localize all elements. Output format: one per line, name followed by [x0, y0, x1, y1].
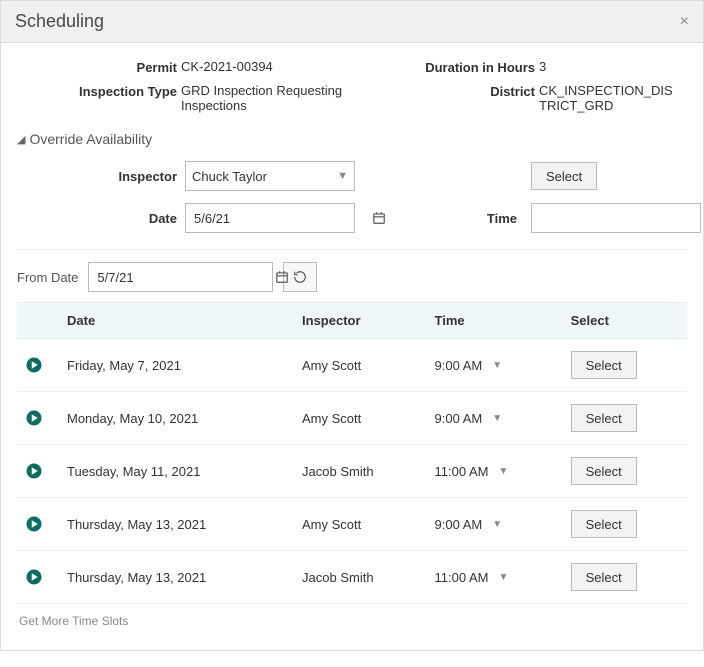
row-date: Monday, May 10, 2021 — [59, 392, 294, 445]
chevron-down-icon: ▼ — [337, 170, 348, 182]
row-time-picker[interactable]: 11:00 AM ▼ — [435, 570, 509, 585]
table-header-row: Date Inspector Time Select — [17, 303, 687, 339]
calendar-icon[interactable] — [275, 270, 289, 284]
override-section-header[interactable]: ◢ Override Availability — [17, 131, 687, 147]
row-time-value: 9:00 AM — [435, 411, 483, 426]
chevron-down-icon: ▼ — [492, 413, 502, 424]
inspector-select-value: Chuck Taylor — [192, 169, 337, 184]
row-inspector: Amy Scott — [294, 498, 427, 551]
from-date-label: From Date — [17, 270, 78, 285]
row-inspector: Amy Scott — [294, 392, 427, 445]
table-header-inspector: Inspector — [294, 303, 427, 339]
row-inspector: Jacob Smith — [294, 551, 427, 604]
date-time-row: Date Time — [17, 203, 687, 233]
table-header-date: Date — [59, 303, 294, 339]
override-select-button[interactable]: Select — [531, 162, 597, 190]
collapse-icon: ◢ — [17, 133, 25, 146]
row-time-picker[interactable]: 9:00 AM ▼ — [435, 358, 503, 373]
row-time-value: 11:00 AM — [435, 570, 489, 585]
time-input[interactable] — [531, 203, 701, 233]
date-input-field[interactable] — [192, 210, 372, 227]
table-row: Monday, May 10, 2021Amy Scott 9:00 AM ▼ Sel… — [17, 392, 687, 445]
from-date-input[interactable] — [88, 262, 273, 292]
table-header-icon — [17, 303, 59, 339]
row-date: Tuesday, May 11, 2021 — [59, 445, 294, 498]
row-time-value: 9:00 AM — [435, 517, 483, 532]
get-more-link[interactable]: Get More Time Slots — [17, 604, 687, 634]
info-grid: Permit CK-2021-00394 Duration in Hours 3… — [17, 59, 687, 113]
scheduling-dialog: Scheduling × Permit CK-2021-00394 Durati… — [0, 0, 704, 651]
inspector-label: Inspector — [17, 169, 177, 184]
from-date-row: From Date — [17, 262, 687, 292]
duration-label: Duration in Hours — [405, 59, 535, 75]
row-time-value: 9:00 AM — [435, 358, 483, 373]
play-icon[interactable] — [25, 515, 51, 533]
time-input-field[interactable] — [538, 210, 704, 227]
inspection-type-label: Inspection Type — [17, 83, 177, 99]
table-row: Thursday, May 13, 2021Amy Scott 9:00 AM ▼ S… — [17, 498, 687, 551]
inspector-row: Inspector Chuck Taylor ▼ Select — [17, 161, 687, 191]
permit-value: CK-2021-00394 — [181, 59, 401, 74]
inspector-select[interactable]: Chuck Taylor ▼ — [185, 161, 355, 191]
dialog-content: Permit CK-2021-00394 Duration in Hours 3… — [1, 43, 703, 650]
table-header-select: Select — [563, 303, 687, 339]
row-time-value: 11:00 AM — [435, 464, 489, 479]
time-label: Time — [373, 211, 523, 226]
row-time-picker[interactable]: 9:00 AM ▼ — [435, 517, 503, 532]
row-date: Friday, May 7, 2021 — [59, 339, 294, 392]
row-date: Thursday, May 13, 2021 — [59, 498, 294, 551]
permit-label: Permit — [17, 59, 177, 75]
row-inspector: Amy Scott — [294, 339, 427, 392]
play-icon[interactable] — [25, 462, 51, 480]
inspection-type-value: GRD Inspection Requesting Inspections — [181, 83, 401, 113]
row-select-button[interactable]: Select — [571, 404, 637, 432]
override-section-label: Override Availability — [29, 131, 152, 147]
dialog-title: Scheduling — [15, 11, 104, 32]
titlebar: Scheduling × — [1, 1, 703, 43]
play-icon[interactable] — [25, 409, 51, 427]
row-select-button[interactable]: Select — [571, 510, 637, 538]
row-time-picker[interactable]: 9:00 AM ▼ — [435, 411, 503, 426]
date-label: Date — [17, 211, 177, 226]
date-input[interactable] — [185, 203, 355, 233]
slots-table: Date Inspector Time Select Friday, May 7… — [17, 302, 687, 604]
chevron-down-icon: ▼ — [492, 519, 502, 530]
refresh-icon — [293, 270, 307, 284]
close-icon[interactable]: × — [680, 14, 689, 30]
duration-value: 3 — [539, 59, 687, 74]
row-inspector: Jacob Smith — [294, 445, 427, 498]
row-time-picker[interactable]: 11:00 AM ▼ — [435, 464, 509, 479]
district-label: District — [405, 83, 535, 99]
calendar-icon[interactable] — [372, 211, 386, 225]
chevron-down-icon: ▼ — [492, 360, 502, 371]
table-row: Tuesday, May 11, 2021Jacob Smith 11:00 AM… — [17, 445, 687, 498]
row-select-button[interactable]: Select — [571, 563, 637, 591]
table-header-time: Time — [427, 303, 563, 339]
row-select-button[interactable]: Select — [571, 351, 637, 379]
chevron-down-icon: ▼ — [499, 572, 509, 583]
district-value: CK_INSPECTION_DISTRICT_GRD — [539, 83, 687, 113]
play-icon[interactable] — [25, 568, 51, 586]
divider — [17, 249, 687, 250]
table-row: Friday, May 7, 2021Amy Scott 9:00 AM ▼ Sele… — [17, 339, 687, 392]
play-icon[interactable] — [25, 356, 51, 374]
table-row: Thursday, May 13, 2021Jacob Smith 11:00 A… — [17, 551, 687, 604]
row-select-button[interactable]: Select — [571, 457, 637, 485]
chevron-down-icon: ▼ — [499, 466, 509, 477]
row-date: Thursday, May 13, 2021 — [59, 551, 294, 604]
from-date-field[interactable] — [95, 269, 275, 286]
